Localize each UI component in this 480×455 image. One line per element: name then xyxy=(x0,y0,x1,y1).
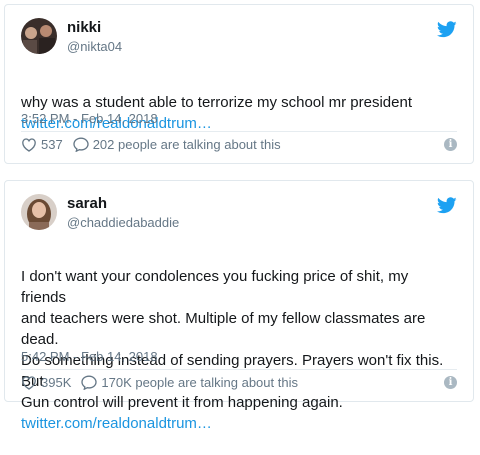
twitter-bird-icon[interactable] xyxy=(437,21,457,38)
tweet-actions: 395K 170K people are talking about this … xyxy=(21,375,457,390)
user-handle[interactable]: @nikta04 xyxy=(67,39,122,54)
divider xyxy=(21,131,457,132)
avatar[interactable] xyxy=(21,194,57,230)
tweet-card: sarah @chaddiedabaddie I don't want your… xyxy=(4,180,474,432)
display-name[interactable]: nikki xyxy=(67,19,101,36)
tweet-actions: 537 202 people are talking about this i xyxy=(21,137,457,152)
talking-count: 202 people are talking about this xyxy=(92,137,281,152)
tweet-link[interactable]: twitter.com/realdonaldtrum… xyxy=(21,413,457,434)
info-icon[interactable]: i xyxy=(444,376,457,389)
comment-icon xyxy=(73,137,89,152)
like-count: 395K xyxy=(41,375,72,390)
tweet-card: nikki @nikta04 why was a student able to… xyxy=(4,4,474,164)
tweet-timestamp[interactable]: 3:52 PM - Feb 14, 2018 xyxy=(21,111,158,126)
info-icon[interactable]: i xyxy=(444,138,457,151)
reply-button[interactable]: 170K people are talking about this xyxy=(81,375,298,390)
comment-icon xyxy=(81,375,98,390)
twitter-bird-icon[interactable] xyxy=(437,197,457,214)
tweet-body: why was a student able to terrorize my s… xyxy=(21,94,413,111)
divider xyxy=(21,369,457,370)
like-count: 537 xyxy=(41,137,63,152)
display-name[interactable]: sarah xyxy=(67,195,107,212)
user-handle[interactable]: @chaddiedabaddie xyxy=(67,215,179,230)
tweet-timestamp[interactable]: 5:42 PM - Feb 14, 2018 xyxy=(21,349,158,364)
heart-icon xyxy=(22,375,36,390)
avatar[interactable] xyxy=(21,18,57,54)
like-button[interactable]: 537 xyxy=(21,137,63,152)
heart-icon xyxy=(22,137,36,152)
reply-button[interactable]: 202 people are talking about this xyxy=(73,137,281,152)
talking-count: 170K people are talking about this xyxy=(101,375,298,390)
like-button[interactable]: 395K xyxy=(21,375,71,390)
